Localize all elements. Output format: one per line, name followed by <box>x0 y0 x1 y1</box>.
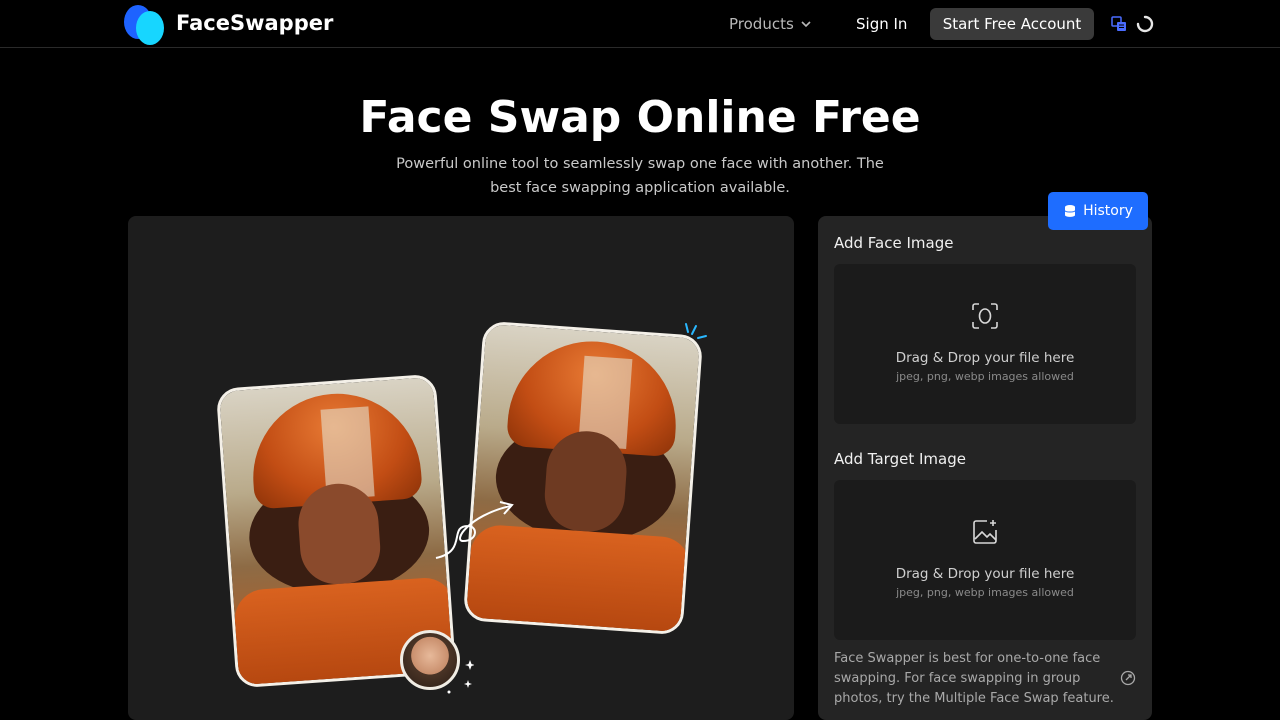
history-button[interactable]: History <box>1048 192 1148 230</box>
top-nav: FaceSwapper Products Sign In Start Free … <box>0 0 1280 48</box>
products-label: Products <box>729 15 794 33</box>
target-image-label: Add Target Image <box>834 450 966 468</box>
image-add-icon <box>973 520 997 544</box>
sparkle-stars-icon <box>447 660 474 694</box>
products-menu[interactable]: Products <box>729 15 812 33</box>
logo-icon[interactable] <box>124 4 166 45</box>
preview-panel <box>128 216 794 720</box>
sign-in-link[interactable]: Sign In <box>856 15 907 33</box>
page-subtitle: Powerful online tool to seamlessly swap … <box>396 156 884 196</box>
start-free-account-button[interactable]: Start Free Account <box>930 8 1094 40</box>
brand-name[interactable]: FaceSwapper <box>176 11 333 35</box>
face-drop-text: Drag & Drop your file here <box>895 350 1075 366</box>
group-swap-note: Face Swapper is best for one-to-one face… <box>834 651 1114 706</box>
example-result-image <box>462 320 704 636</box>
face-scan-icon <box>972 303 998 329</box>
target-drop-text: Drag & Drop your file here <box>895 566 1075 582</box>
face-formats-text: jpeg, png, webp images allowed <box>896 370 1074 383</box>
page-title: Face Swap Online Free <box>359 92 921 143</box>
history-label: History <box>1083 203 1133 219</box>
swap-arrow-icon <box>435 501 514 559</box>
loading-spinner-icon <box>1136 15 1154 33</box>
face-image-label: Add Face Image <box>834 234 954 252</box>
language-icon[interactable] <box>1110 15 1128 33</box>
target-image-dropzone[interactable]: Drag & Drop your file here jpeg, png, we… <box>834 480 1136 640</box>
external-link-icon[interactable] <box>1120 670 1136 686</box>
face-image-dropzone[interactable]: Drag & Drop your file here jpeg, png, we… <box>834 264 1136 424</box>
sparkle-lines-icon <box>685 323 707 339</box>
chevron-down-icon <box>801 21 811 28</box>
database-icon <box>1064 205 1076 217</box>
target-formats-text: jpeg, png, webp images allowed <box>896 586 1074 599</box>
